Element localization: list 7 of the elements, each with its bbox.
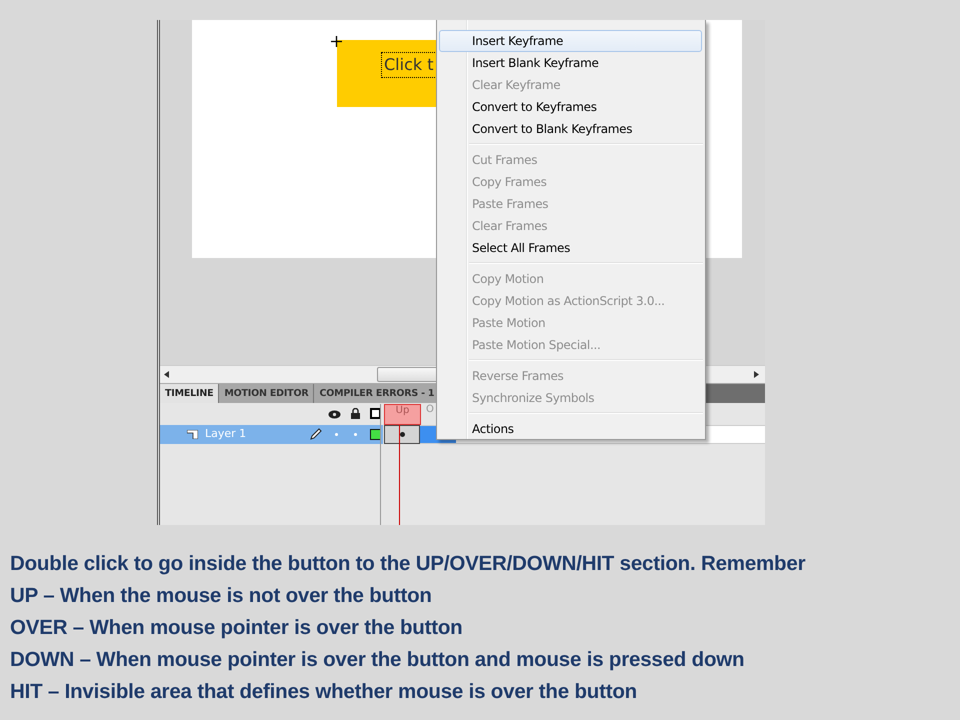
layer-name: Layer 1 (205, 427, 246, 440)
caption-line: Double click to go inside the button to the UP/OVER/DOWN/HIT section. Remember (10, 551, 806, 577)
button-text: Click t (384, 55, 434, 75)
caption-line: DOWN – When mouse pointer is over the button and mouse is pressed down (10, 647, 744, 673)
caption-line: HIT – Invisible area that defines whether mouse is over the button (10, 679, 637, 705)
caption-line: OVER – When mouse pointer is over the button (10, 615, 462, 641)
caption-line: UP – When the mouse is not over the button (10, 583, 432, 609)
